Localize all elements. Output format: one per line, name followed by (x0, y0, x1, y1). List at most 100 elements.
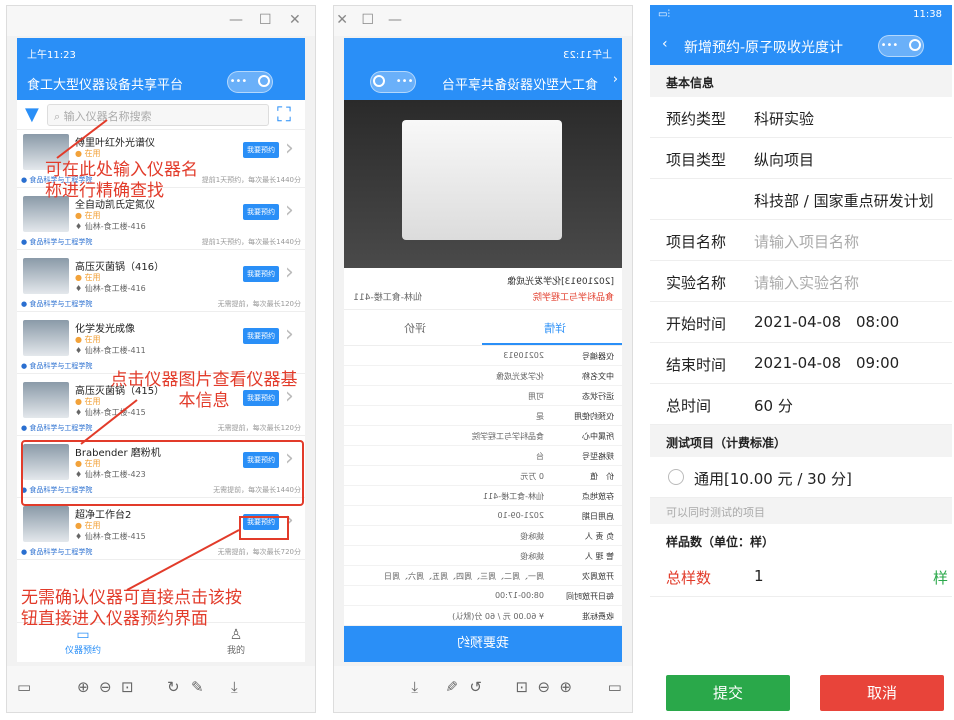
status-time: 11:38 (913, 9, 942, 20)
detail-row: 仪预约使用 是 (344, 406, 622, 426)
form-time[interactable]: 09:00 (856, 354, 899, 372)
form-label: 实验名称 (666, 274, 727, 292)
form-row[interactable]: 开始时间 2021-04-08 08:00 (650, 302, 952, 343)
detail-key: 仪预约使用 (574, 412, 614, 421)
form-row[interactable]: 科技部 / 国家重点研发计划 (650, 179, 952, 220)
detail-row: 价 值 0 万元 (344, 466, 622, 486)
form-value[interactable]: 科研实验 (754, 108, 814, 129)
form-row[interactable]: 结束时间 2021-04-08 09:00 (650, 343, 952, 384)
viewer-toolbar: ▭ ⊕ ⊖ ⊡ ↻ ✎ ⤓ (334, 666, 632, 712)
close-icon[interactable]: ✕ (289, 12, 301, 28)
minimize-icon[interactable]: — (388, 12, 402, 28)
form-value[interactable]: 纵向项目 (754, 149, 814, 170)
form-value[interactable]: 科技部 / 国家重点研发计划 (754, 190, 934, 211)
form-value[interactable]: 2021-04-08 (754, 313, 841, 331)
cancel-button[interactable]: 取消 (820, 675, 944, 711)
detail-value: 可用 (528, 392, 544, 401)
detail-key: 仪器编号 (582, 352, 614, 361)
instrument-photo[interactable] (344, 100, 622, 268)
detail-row: 规格型号 台 (344, 446, 622, 466)
submit-button[interactable]: 提交 (666, 675, 790, 711)
form-time[interactable]: 08:00 (856, 313, 899, 331)
action-bar: 提交 取消 (650, 669, 952, 713)
detail-value: 姚咏俊 (520, 532, 544, 541)
form-value[interactable]: 请输入项目名称 (754, 231, 859, 252)
tab-detail[interactable]: 详情 (544, 320, 566, 336)
maximize-icon[interactable]: ☐ (259, 12, 272, 28)
total-samples-input[interactable]: 1 (754, 567, 764, 585)
detail-key: 所属中心 (582, 432, 614, 441)
right-window: ▭⫶ 11:38 ‹ 新增预约-原子吸收光度计 ••• 基本信息 预约类型 科研实… (650, 5, 952, 713)
form-value[interactable]: 请输入实验名称 (754, 272, 859, 293)
minimize-icon[interactable]: — (229, 12, 243, 28)
test-option-label: 通用[10.00 元 / 30 分] (694, 470, 852, 488)
detail-row: 存放地点 仙林-食工楼-411 (344, 486, 622, 506)
detail-key: 收费标准 (582, 612, 614, 621)
detail-value: ¥ 60.00 元 / 60 分(默认) (452, 612, 544, 621)
detail-key: 管 理 人 (584, 552, 614, 561)
rotate-icon[interactable]: ↻ (469, 678, 482, 696)
app-header: 食工大型仪器设备共享平台 ‹ ••• (344, 64, 622, 100)
actual-size-icon[interactable]: ⊡ (515, 678, 528, 696)
edit-icon[interactable]: ✎ (191, 678, 204, 696)
radio-icon[interactable] (668, 469, 684, 485)
form-row[interactable]: 实验名称 请输入实验名称 (650, 261, 952, 302)
tab-indicator (482, 343, 622, 345)
tab-review[interactable]: 评价 (404, 320, 426, 336)
window-titlebar: — ☐ ✕ (7, 6, 315, 36)
form-row[interactable]: 项目类型 纵向项目 (650, 138, 952, 179)
detail-row: 开放周次 周一、周二、周三、周四、周五、周六、周日 (344, 566, 622, 586)
save-icon[interactable]: ▭ (17, 678, 31, 696)
app-title: 食工大型仪器设备共享平台 (441, 78, 598, 93)
form-label: 结束时间 (666, 356, 727, 374)
viewer-toolbar: ▭ ⊕ ⊖ ⊡ ↻ ✎ ⤓ (7, 666, 315, 712)
form-row[interactable]: 项目名称 请输入项目名称 (650, 220, 952, 261)
capsule-menu[interactable]: ••• (370, 71, 416, 93)
actual-size-icon[interactable]: ⊡ (121, 678, 134, 696)
page-title: 新增预约-原子吸收光度计 (684, 40, 844, 56)
left-window: — ☐ ✕ 上午11:23 食工大型仪器设备共享平台 ••• ▼ ⌕ 输入仪器名… (6, 5, 316, 713)
book-button[interactable]: 我要预约 (344, 626, 622, 662)
rotate-icon[interactable]: ↻ (167, 678, 180, 696)
detail-value: 0 万元 (520, 472, 544, 481)
detail-table: 仪器编号 20210913 中文名称 化学发光成像 运行状态 可用 仪预约使用 是所属中心 食品… (344, 346, 622, 626)
booking-form: 预约类型 科研实验 项目类型 纵向项目科技部 / 国家重点研发计划项目名称 请输入项目名… (650, 97, 952, 425)
zoom-out-icon[interactable]: ⊖ (99, 678, 112, 696)
detail-value: 化学发光成像 (496, 372, 544, 381)
capsule-menu[interactable]: ••• (878, 35, 924, 57)
edit-icon[interactable]: ✎ (445, 678, 458, 696)
section-basic: 基本信息 (650, 65, 952, 97)
zoom-out-icon[interactable]: ⊖ (537, 678, 550, 696)
form-value[interactable]: 60 分 (754, 395, 793, 416)
save-icon[interactable]: ▭ (608, 678, 622, 696)
detail-key: 运行状态 (582, 392, 614, 401)
download-icon[interactable]: ⤓ (231, 678, 238, 696)
download-icon[interactable]: ⤓ (411, 678, 418, 696)
phone-screen: 上午11:23 食工大型仪器设备共享平台 ••• ▼ ⌕ 输入仪器名称搜索 ⛶ … (17, 38, 305, 662)
detail-row: 中文名称 化学发光成像 (344, 366, 622, 386)
form-row[interactable]: 预约类型 科研实验 (650, 97, 952, 138)
detail-key: 规格型号 (582, 452, 614, 461)
detail-key: 存放地点 (582, 492, 614, 501)
window-titlebar: — ☐ ✕ (334, 6, 632, 36)
zoom-in-icon[interactable]: ⊕ (559, 678, 572, 696)
close-icon[interactable]: ✕ (336, 12, 348, 28)
detail-key: 每日开放时间 (566, 592, 614, 601)
form-label: 项目名称 (666, 233, 727, 251)
test-option[interactable]: 通用[10.00 元 / 30 分] (650, 457, 952, 498)
form-value[interactable]: 2021-04-08 (754, 354, 841, 372)
back-icon[interactable]: ‹ (613, 72, 618, 87)
detail-row: 仪器编号 20210913 (344, 346, 622, 366)
detail-tabs: 详情 评价 (344, 310, 622, 346)
back-icon[interactable]: ‹ (662, 36, 668, 52)
maximize-icon[interactable]: ☐ (361, 12, 374, 28)
detail-row: 收费标准 ¥ 60.00 元 / 60 分(默认) (344, 606, 622, 626)
app-header: ‹ 新增预约-原子吸收光度计 ••• (650, 27, 952, 65)
detail-row: 运行状态 可用 (344, 386, 622, 406)
detail-key: 负 责 人 (584, 532, 614, 541)
form-row[interactable]: 总时间 60 分 (650, 384, 952, 425)
detail-value: 08:00-17:00 (495, 591, 544, 600)
detail-row: 管 理 人 姚咏俊 (344, 546, 622, 566)
detail-value: 2021-09-10 (497, 511, 545, 520)
zoom-in-icon[interactable]: ⊕ (77, 678, 90, 696)
